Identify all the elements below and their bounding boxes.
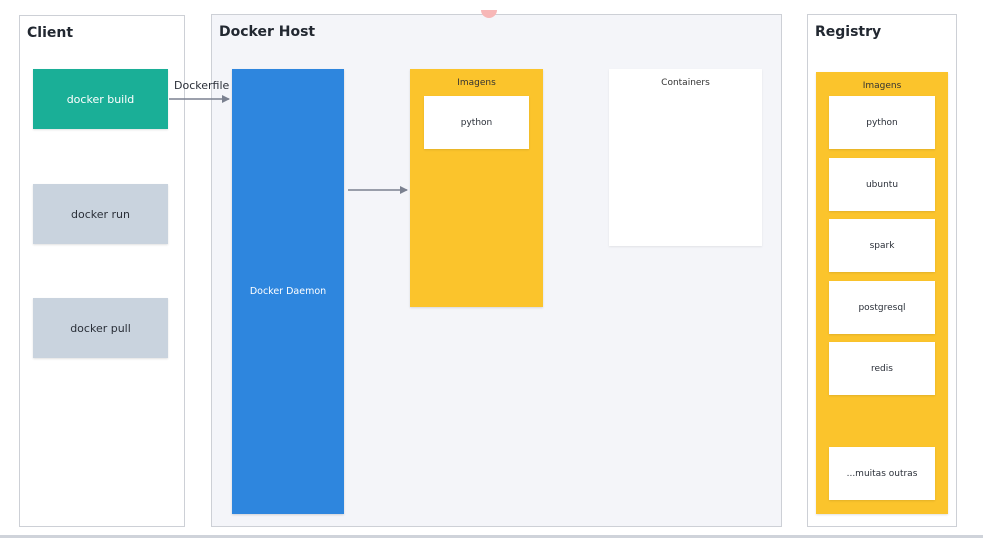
docker-pull-node: docker pull bbox=[33, 298, 168, 358]
host-images-label: Imagens bbox=[457, 78, 496, 88]
docker-host-title: Docker Host bbox=[219, 24, 316, 40]
dockerfile-edge-label: Dockerfile bbox=[174, 79, 230, 92]
registry-image-redis: redis bbox=[829, 342, 935, 395]
containers-label: Containers bbox=[661, 78, 710, 88]
docker-daemon-label: Docker Daemon bbox=[249, 286, 327, 297]
registry-images-label: Imagens bbox=[862, 81, 902, 91]
registry-image-spark: spark bbox=[829, 219, 935, 272]
registry-image-postgresql: postgresql bbox=[829, 281, 935, 334]
host-image-python: python bbox=[424, 96, 529, 149]
registry-image-others: ...muitas outras bbox=[829, 447, 935, 500]
docker-build-node: docker build bbox=[33, 69, 168, 129]
client-title: Client bbox=[27, 25, 74, 41]
registry-title: Registry bbox=[815, 24, 882, 40]
docker-run-node: docker run bbox=[33, 184, 168, 244]
registry-image-python: python bbox=[829, 96, 935, 149]
registry-image-ubuntu: ubuntu bbox=[829, 158, 935, 211]
docker-daemon-node: Docker Daemon bbox=[232, 69, 344, 514]
containers-group: Containers bbox=[609, 69, 762, 246]
